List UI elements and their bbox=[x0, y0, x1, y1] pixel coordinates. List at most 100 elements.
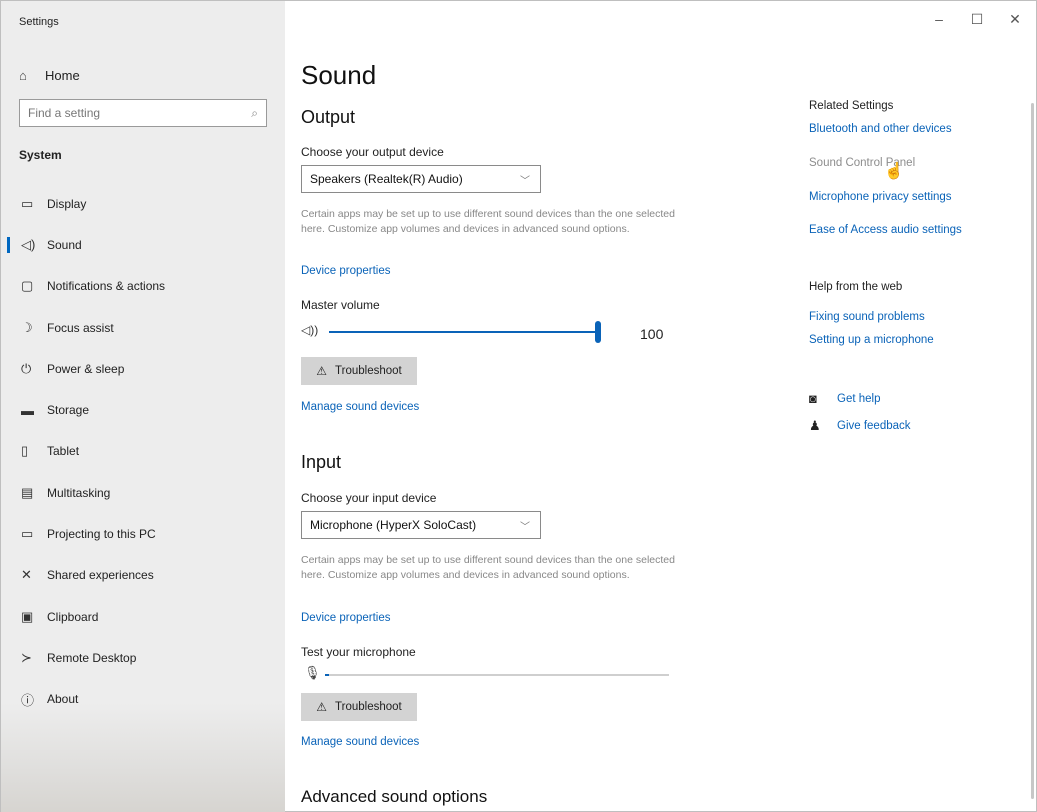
output-troubleshoot-button[interactable]: ⚠ Troubleshoot bbox=[301, 357, 417, 385]
test-microphone-label: Test your microphone bbox=[301, 645, 416, 659]
moon-icon: ☽ bbox=[21, 319, 33, 335]
window-title: Settings bbox=[19, 16, 59, 28]
sidebar-item-label: About bbox=[47, 692, 79, 707]
get-help-label: Get help bbox=[837, 392, 881, 405]
sidebar-item-clipboard[interactable]: ▣ Clipboard bbox=[1, 596, 285, 637]
sidebar-item-label: Tablet bbox=[47, 444, 80, 459]
setting-up-microphone-link[interactable]: Setting up a microphone bbox=[809, 334, 934, 346]
related-settings-panel: Related Settings Bluetooth and other dev… bbox=[809, 1, 1019, 812]
sidebar-nav: ▭ Display ◁) Sound ▢ Notifications & act… bbox=[1, 183, 285, 720]
output-device-label: Choose your output device bbox=[301, 145, 444, 159]
projector-icon: ▭ bbox=[21, 526, 34, 542]
warning-icon: ⚠ bbox=[316, 364, 328, 378]
output-device-properties-link[interactable]: Device properties bbox=[301, 265, 390, 277]
sidebar-item-remote-desktop[interactable]: ≻ Remote Desktop bbox=[1, 637, 285, 678]
page-title: Sound bbox=[301, 60, 377, 90]
sidebar-item-notifications[interactable]: ▢ Notifications & actions bbox=[1, 266, 285, 307]
sidebar-item-label: Projecting to this PC bbox=[47, 527, 156, 542]
input-description: Certain apps may be set up to use differ… bbox=[301, 554, 675, 581]
monitor-icon: ▭ bbox=[21, 195, 34, 211]
input-device-dropdown[interactable]: Microphone (HyperX SoloCast) ﹀ bbox=[301, 511, 541, 539]
info-icon: ⓘ bbox=[21, 692, 35, 708]
search-input[interactable]: Find a setting ⌕ bbox=[19, 99, 267, 127]
sidebar-item-sound[interactable]: ◁) Sound bbox=[1, 224, 285, 265]
clipboard-icon: ▣ bbox=[21, 608, 34, 624]
chevron-down-icon: ﹀ bbox=[520, 175, 530, 187]
master-volume-label: Master volume bbox=[301, 298, 380, 312]
output-heading: Output bbox=[301, 107, 356, 127]
sidebar-item-label: Clipboard bbox=[47, 609, 99, 624]
storage-icon: ▬ bbox=[21, 402, 34, 418]
help-from-web-heading: Help from the web bbox=[809, 281, 903, 293]
search-placeholder: Find a setting bbox=[28, 106, 101, 120]
input-manage-devices-link[interactable]: Manage sound devices bbox=[301, 736, 419, 748]
sidebar-item-label: Shared experiences bbox=[47, 568, 154, 583]
give-feedback-link[interactable]: ♟ Give feedback bbox=[809, 418, 911, 434]
section-label-system: System bbox=[19, 148, 62, 162]
input-device-properties-link[interactable]: Device properties bbox=[301, 612, 390, 624]
search-icon: ⌕ bbox=[251, 105, 258, 120]
remote-desktop-icon: ≻ bbox=[21, 649, 32, 665]
shared-icon: ✕ bbox=[21, 567, 32, 583]
close-button[interactable]: ✕ bbox=[1000, 11, 1030, 28]
notification-icon: ▢ bbox=[21, 278, 34, 294]
sidebar-item-label: Display bbox=[47, 196, 87, 211]
sidebar-item-shared-experiences[interactable]: ✕ Shared experiences bbox=[1, 555, 285, 596]
sidebar-item-label: Multitasking bbox=[47, 485, 111, 500]
sidebar-item-multitasking[interactable]: ▤ Multitasking bbox=[1, 472, 285, 513]
microphone-privacy-link[interactable]: Microphone privacy settings bbox=[809, 191, 952, 203]
output-device-dropdown[interactable]: Speakers (Realtek(R) Audio) ﹀ bbox=[301, 165, 541, 193]
volume-value: 100 bbox=[640, 326, 664, 342]
sidebar-item-label: Notifications & actions bbox=[47, 279, 166, 294]
sidebar-item-label: Power & sleep bbox=[47, 361, 125, 376]
minimize-button[interactable]: – bbox=[924, 11, 954, 27]
input-heading: Input bbox=[301, 452, 342, 472]
volume-slider-track[interactable] bbox=[329, 331, 595, 333]
microphone-icon: 🎙 bbox=[304, 665, 321, 680]
tablet-icon: ▯ bbox=[21, 443, 29, 459]
sidebar-item-label: Storage bbox=[47, 403, 90, 418]
warning-icon: ⚠ bbox=[316, 700, 328, 714]
vertical-scrollbar[interactable] bbox=[1031, 103, 1034, 799]
microphone-level-fill bbox=[325, 674, 329, 676]
microphone-level-meter bbox=[325, 674, 669, 676]
settings-window: Settings ⌂ Home Find a setting ⌕ System … bbox=[0, 0, 1037, 812]
chat-help-icon: ◙ bbox=[809, 391, 817, 406]
input-device-label: Choose your input device bbox=[301, 491, 437, 505]
volume-slider-thumb[interactable] bbox=[595, 321, 601, 343]
chevron-down-icon: ﹀ bbox=[520, 521, 530, 533]
troubleshoot-label: Troubleshoot bbox=[335, 365, 402, 377]
sidebar-item-storage[interactable]: ▬ Storage bbox=[1, 389, 285, 430]
output-description: Certain apps may be set up to use differ… bbox=[301, 208, 675, 235]
home-icon: ⌂ bbox=[19, 67, 27, 83]
sidebar-item-display[interactable]: ▭ Display bbox=[1, 183, 285, 224]
multitasking-icon: ▤ bbox=[21, 484, 34, 500]
sidebar: Settings ⌂ Home Find a setting ⌕ System … bbox=[1, 1, 285, 812]
maximize-button[interactable]: ☐ bbox=[962, 11, 992, 28]
sidebar-item-label: Remote Desktop bbox=[47, 650, 137, 665]
hand-cursor-icon: ☝ bbox=[884, 163, 904, 180]
sidebar-item-tablet[interactable]: ▯ Tablet bbox=[1, 431, 285, 472]
main-content: Sound Output Choose your output device S… bbox=[285, 1, 805, 812]
home-link[interactable]: ⌂ Home bbox=[19, 63, 80, 87]
fixing-sound-problems-link[interactable]: Fixing sound problems bbox=[809, 311, 925, 323]
related-settings-heading: Related Settings bbox=[809, 100, 894, 112]
home-label: Home bbox=[45, 67, 80, 83]
sidebar-item-power-sleep[interactable]: ⏻ Power & sleep bbox=[1, 348, 285, 389]
advanced-sound-options-heading[interactable]: Advanced sound options bbox=[301, 787, 487, 807]
get-help-link[interactable]: ◙ Get help bbox=[809, 391, 880, 406]
sidebar-item-label: Focus assist bbox=[47, 320, 114, 335]
give-feedback-label: Give feedback bbox=[837, 420, 911, 432]
sidebar-item-about[interactable]: ⓘ About bbox=[1, 679, 285, 720]
input-troubleshoot-button[interactable]: ⚠ Troubleshoot bbox=[301, 693, 417, 721]
power-icon: ⏻ bbox=[21, 360, 32, 376]
ease-of-access-audio-link[interactable]: Ease of Access audio settings bbox=[809, 224, 962, 236]
speaker-icon: ◁) bbox=[21, 236, 36, 252]
sidebar-item-focus-assist[interactable]: ☽ Focus assist bbox=[1, 307, 285, 348]
bluetooth-devices-link[interactable]: Bluetooth and other devices bbox=[809, 123, 952, 135]
volume-icon: ◁)) bbox=[301, 323, 319, 337]
sidebar-item-projecting[interactable]: ▭ Projecting to this PC bbox=[1, 513, 285, 554]
output-manage-devices-link[interactable]: Manage sound devices bbox=[301, 401, 419, 413]
feedback-icon: ♟ bbox=[809, 418, 821, 433]
output-device-value: Speakers (Realtek(R) Audio) bbox=[310, 172, 463, 186]
